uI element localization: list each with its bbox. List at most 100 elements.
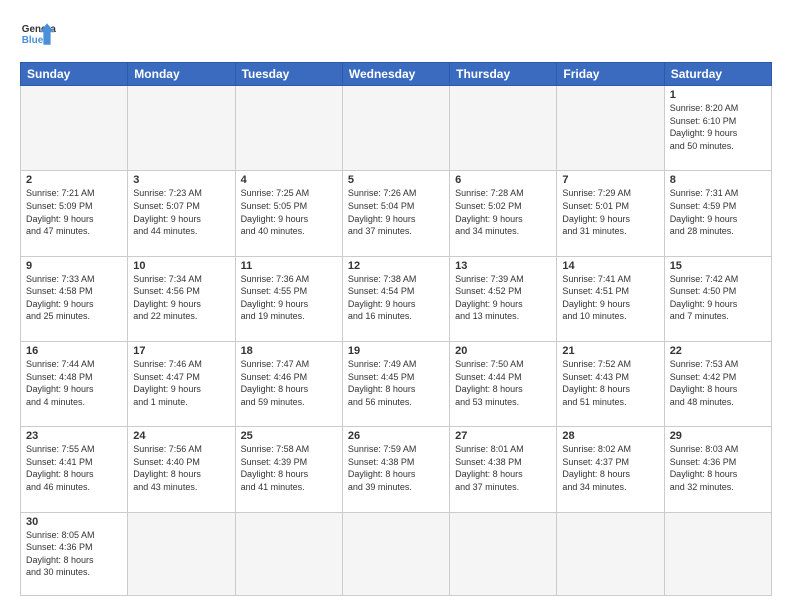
calendar-week-row: 23Sunrise: 7:55 AM Sunset: 4:41 PM Dayli… (21, 427, 772, 512)
calendar-cell: 19Sunrise: 7:49 AM Sunset: 4:45 PM Dayli… (342, 341, 449, 426)
day-number: 29 (670, 430, 766, 442)
day-info: Sunrise: 7:56 AM Sunset: 4:40 PM Dayligh… (133, 443, 229, 493)
day-number: 28 (562, 430, 658, 442)
day-info: Sunrise: 7:23 AM Sunset: 5:07 PM Dayligh… (133, 187, 229, 237)
calendar-cell: 21Sunrise: 7:52 AM Sunset: 4:43 PM Dayli… (557, 341, 664, 426)
day-number: 11 (241, 260, 337, 272)
calendar-cell: 1Sunrise: 8:20 AM Sunset: 6:10 PM Daylig… (664, 86, 771, 171)
logo-icon: General Blue (20, 16, 56, 52)
calendar-cell (128, 512, 235, 595)
calendar-cell: 17Sunrise: 7:46 AM Sunset: 4:47 PM Dayli… (128, 341, 235, 426)
calendar-cell: 6Sunrise: 7:28 AM Sunset: 5:02 PM Daylig… (450, 171, 557, 256)
day-number: 6 (455, 174, 551, 186)
day-info: Sunrise: 8:02 AM Sunset: 4:37 PM Dayligh… (562, 443, 658, 493)
day-info: Sunrise: 7:44 AM Sunset: 4:48 PM Dayligh… (26, 358, 122, 408)
day-info: Sunrise: 7:38 AM Sunset: 4:54 PM Dayligh… (348, 273, 444, 323)
calendar-cell: 24Sunrise: 7:56 AM Sunset: 4:40 PM Dayli… (128, 427, 235, 512)
day-info: Sunrise: 7:59 AM Sunset: 4:38 PM Dayligh… (348, 443, 444, 493)
logo: General Blue (20, 16, 56, 52)
calendar-cell (342, 86, 449, 171)
calendar-cell: 2Sunrise: 7:21 AM Sunset: 5:09 PM Daylig… (21, 171, 128, 256)
day-info: Sunrise: 7:41 AM Sunset: 4:51 PM Dayligh… (562, 273, 658, 323)
day-info: Sunrise: 7:49 AM Sunset: 4:45 PM Dayligh… (348, 358, 444, 408)
calendar-week-row: 16Sunrise: 7:44 AM Sunset: 4:48 PM Dayli… (21, 341, 772, 426)
day-info: Sunrise: 7:46 AM Sunset: 4:47 PM Dayligh… (133, 358, 229, 408)
day-number: 9 (26, 260, 122, 272)
day-number: 15 (670, 260, 766, 272)
day-number: 1 (670, 89, 766, 101)
calendar-cell: 26Sunrise: 7:59 AM Sunset: 4:38 PM Dayli… (342, 427, 449, 512)
svg-text:Blue: Blue (22, 35, 44, 46)
calendar: SundayMondayTuesdayWednesdayThursdayFrid… (20, 62, 772, 596)
weekday-header-monday: Monday (128, 63, 235, 86)
day-info: Sunrise: 7:42 AM Sunset: 4:50 PM Dayligh… (670, 273, 766, 323)
day-number: 3 (133, 174, 229, 186)
day-number: 2 (26, 174, 122, 186)
day-info: Sunrise: 7:29 AM Sunset: 5:01 PM Dayligh… (562, 187, 658, 237)
day-number: 4 (241, 174, 337, 186)
calendar-week-row: 30Sunrise: 8:05 AM Sunset: 4:36 PM Dayli… (21, 512, 772, 595)
calendar-cell: 14Sunrise: 7:41 AM Sunset: 4:51 PM Dayli… (557, 256, 664, 341)
weekday-header-friday: Friday (557, 63, 664, 86)
day-info: Sunrise: 7:26 AM Sunset: 5:04 PM Dayligh… (348, 187, 444, 237)
calendar-cell: 18Sunrise: 7:47 AM Sunset: 4:46 PM Dayli… (235, 341, 342, 426)
calendar-cell (664, 512, 771, 595)
day-info: Sunrise: 8:20 AM Sunset: 6:10 PM Dayligh… (670, 102, 766, 152)
day-number: 14 (562, 260, 658, 272)
calendar-cell: 22Sunrise: 7:53 AM Sunset: 4:42 PM Dayli… (664, 341, 771, 426)
day-number: 22 (670, 345, 766, 357)
day-number: 13 (455, 260, 551, 272)
weekday-header-saturday: Saturday (664, 63, 771, 86)
calendar-week-row: 9Sunrise: 7:33 AM Sunset: 4:58 PM Daylig… (21, 256, 772, 341)
calendar-cell: 3Sunrise: 7:23 AM Sunset: 5:07 PM Daylig… (128, 171, 235, 256)
calendar-cell (235, 512, 342, 595)
day-number: 18 (241, 345, 337, 357)
weekday-header-row: SundayMondayTuesdayWednesdayThursdayFrid… (21, 63, 772, 86)
day-info: Sunrise: 7:28 AM Sunset: 5:02 PM Dayligh… (455, 187, 551, 237)
calendar-cell (557, 86, 664, 171)
calendar-cell: 7Sunrise: 7:29 AM Sunset: 5:01 PM Daylig… (557, 171, 664, 256)
calendar-cell: 11Sunrise: 7:36 AM Sunset: 4:55 PM Dayli… (235, 256, 342, 341)
calendar-cell: 20Sunrise: 7:50 AM Sunset: 4:44 PM Dayli… (450, 341, 557, 426)
calendar-cell: 15Sunrise: 7:42 AM Sunset: 4:50 PM Dayli… (664, 256, 771, 341)
day-info: Sunrise: 7:58 AM Sunset: 4:39 PM Dayligh… (241, 443, 337, 493)
weekday-header-tuesday: Tuesday (235, 63, 342, 86)
day-info: Sunrise: 7:50 AM Sunset: 4:44 PM Dayligh… (455, 358, 551, 408)
day-number: 8 (670, 174, 766, 186)
day-number: 5 (348, 174, 444, 186)
day-info: Sunrise: 7:25 AM Sunset: 5:05 PM Dayligh… (241, 187, 337, 237)
header: General Blue (20, 16, 772, 52)
calendar-cell: 16Sunrise: 7:44 AM Sunset: 4:48 PM Dayli… (21, 341, 128, 426)
day-number: 10 (133, 260, 229, 272)
calendar-week-row: 1Sunrise: 8:20 AM Sunset: 6:10 PM Daylig… (21, 86, 772, 171)
calendar-cell: 4Sunrise: 7:25 AM Sunset: 5:05 PM Daylig… (235, 171, 342, 256)
calendar-cell (342, 512, 449, 595)
calendar-cell: 23Sunrise: 7:55 AM Sunset: 4:41 PM Dayli… (21, 427, 128, 512)
day-number: 16 (26, 345, 122, 357)
calendar-cell (450, 86, 557, 171)
day-info: Sunrise: 7:33 AM Sunset: 4:58 PM Dayligh… (26, 273, 122, 323)
calendar-week-row: 2Sunrise: 7:21 AM Sunset: 5:09 PM Daylig… (21, 171, 772, 256)
calendar-cell (235, 86, 342, 171)
day-info: Sunrise: 8:03 AM Sunset: 4:36 PM Dayligh… (670, 443, 766, 493)
day-number: 27 (455, 430, 551, 442)
day-number: 25 (241, 430, 337, 442)
calendar-cell: 5Sunrise: 7:26 AM Sunset: 5:04 PM Daylig… (342, 171, 449, 256)
day-info: Sunrise: 7:55 AM Sunset: 4:41 PM Dayligh… (26, 443, 122, 493)
calendar-cell: 9Sunrise: 7:33 AM Sunset: 4:58 PM Daylig… (21, 256, 128, 341)
calendar-cell: 27Sunrise: 8:01 AM Sunset: 4:38 PM Dayli… (450, 427, 557, 512)
day-info: Sunrise: 7:36 AM Sunset: 4:55 PM Dayligh… (241, 273, 337, 323)
calendar-cell: 28Sunrise: 8:02 AM Sunset: 4:37 PM Dayli… (557, 427, 664, 512)
page: General Blue SundayMondayTuesdayWednesda… (0, 0, 792, 612)
day-number: 24 (133, 430, 229, 442)
calendar-cell: 13Sunrise: 7:39 AM Sunset: 4:52 PM Dayli… (450, 256, 557, 341)
calendar-cell (450, 512, 557, 595)
calendar-cell (21, 86, 128, 171)
calendar-cell: 30Sunrise: 8:05 AM Sunset: 4:36 PM Dayli… (21, 512, 128, 595)
day-number: 23 (26, 430, 122, 442)
weekday-header-sunday: Sunday (21, 63, 128, 86)
calendar-cell: 29Sunrise: 8:03 AM Sunset: 4:36 PM Dayli… (664, 427, 771, 512)
day-info: Sunrise: 7:47 AM Sunset: 4:46 PM Dayligh… (241, 358, 337, 408)
day-info: Sunrise: 7:34 AM Sunset: 4:56 PM Dayligh… (133, 273, 229, 323)
calendar-cell: 25Sunrise: 7:58 AM Sunset: 4:39 PM Dayli… (235, 427, 342, 512)
